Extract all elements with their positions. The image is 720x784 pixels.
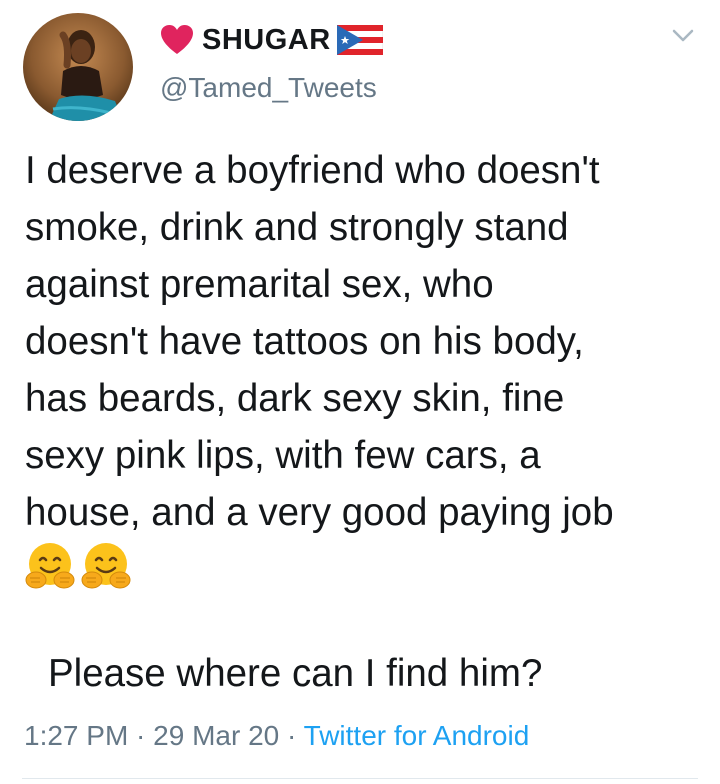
hugging-face-icon [25, 543, 75, 589]
avatar-photo [23, 13, 133, 121]
tweet-card: SHUGAR @Tamed_Tweets I deserve a boyfrie… [0, 0, 720, 784]
tweet-followup-text: Please where can I find him? [48, 652, 543, 695]
puerto-rico-flag-icon [336, 25, 383, 55]
tweet-meta: 1:27 PM · 29 Mar 20 · Twitter for Androi… [24, 720, 529, 752]
chevron-down-icon[interactable] [672, 28, 694, 44]
display-name: SHUGAR [202, 23, 331, 56]
tweet-date[interactable]: 29 Mar 20 [153, 720, 279, 751]
tweet-time[interactable]: 1:27 PM [24, 720, 128, 751]
meta-separator: · [128, 720, 154, 751]
user-handle[interactable]: @Tamed_Tweets [160, 72, 377, 104]
tweet-source-link[interactable]: Twitter for Android [304, 720, 530, 751]
red-heart-icon [161, 25, 193, 54]
divider [22, 778, 698, 779]
author-name-row[interactable]: SHUGAR [160, 22, 383, 58]
avatar[interactable] [23, 13, 133, 121]
meta-separator: · [279, 720, 304, 751]
emoji-row [24, 540, 132, 592]
tweet-text: I deserve a boyfriend who doesn't smoke,… [25, 149, 614, 534]
hugging-face-icon [81, 543, 131, 589]
